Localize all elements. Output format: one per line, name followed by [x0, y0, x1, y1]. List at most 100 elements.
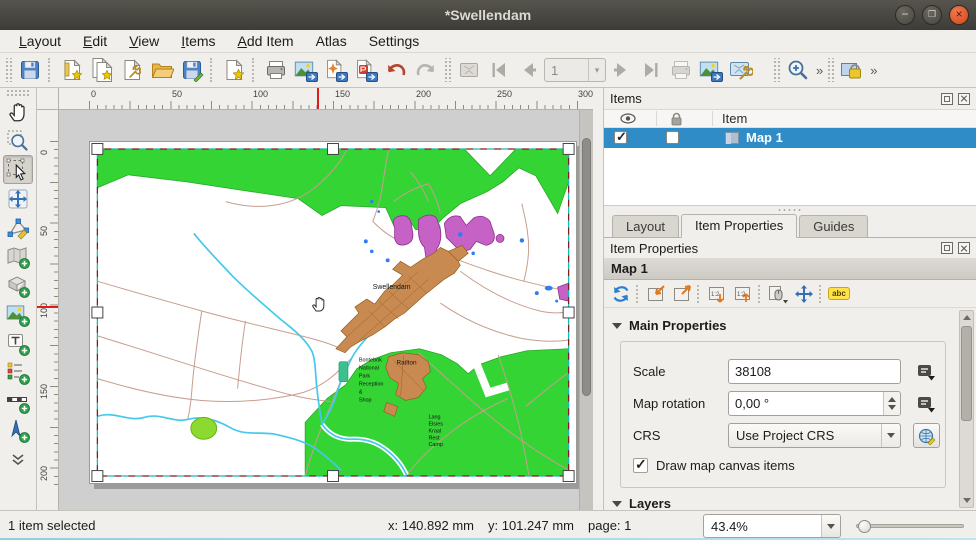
refresh-map-preview-button[interactable] — [608, 282, 634, 306]
visibility-checkbox[interactable] — [614, 131, 627, 144]
zoom-level-combo[interactable]: 43.4% — [703, 514, 841, 538]
menu-settings[interactable]: Settings — [358, 31, 431, 51]
chevron-down-icon[interactable] — [821, 515, 840, 537]
menu-layout[interactable]: Layout — [8, 31, 72, 51]
titlebar[interactable]: *Swellendam − ❒ × — [0, 0, 976, 30]
menu-items[interactable]: Items — [170, 31, 226, 51]
pan-tool-button[interactable] — [3, 97, 33, 126]
export-image-button[interactable] — [291, 55, 321, 85]
more-tools-chevron-icon[interactable] — [3, 445, 33, 474]
scrollbar-thumb[interactable] — [582, 138, 591, 396]
toolbar-grip[interactable] — [826, 58, 835, 82]
scale-data-defined-override-button[interactable] — [913, 360, 939, 384]
items-row-map1[interactable]: Map 1 — [604, 128, 976, 148]
rotation-data-defined-override-button[interactable] — [913, 392, 939, 416]
add-legend-button[interactable] — [3, 358, 33, 387]
view-scale-button[interactable]: 1:2 — [730, 282, 756, 306]
toolbar-grip[interactable] — [772, 58, 781, 82]
menu-atlas[interactable]: Atlas — [305, 31, 358, 51]
slider-handle[interactable] — [858, 520, 871, 533]
crs-combo[interactable]: Use Project CRS — [728, 423, 901, 448]
close-panel-icon[interactable] — [958, 93, 970, 105]
add-scalebar-button[interactable] — [3, 387, 33, 416]
close-button[interactable]: × — [949, 5, 969, 25]
undo-button[interactable] — [381, 55, 411, 85]
move-content-tool-button[interactable] — [3, 184, 33, 213]
add-north-arrow-button[interactable] — [3, 416, 33, 445]
item-properties-scroll-area[interactable]: Main Properties Scale 38108 Map rotation… — [604, 307, 976, 510]
map-rotation-spinbox[interactable]: 0,00 ° — [728, 391, 901, 416]
new-layout-button[interactable] — [57, 55, 87, 85]
add-picture-button[interactable] — [3, 300, 33, 329]
duplicate-layout-button[interactable] — [87, 55, 117, 85]
redo-button[interactable] — [411, 55, 441, 85]
set-map-extent-button[interactable] — [643, 282, 669, 306]
canvas-vertical-scrollbar[interactable] — [579, 110, 593, 510]
zoom-tool-button[interactable] — [3, 126, 33, 155]
panel-splitter[interactable] — [593, 88, 604, 510]
add-label-button[interactable] — [3, 329, 33, 358]
lock-checkbox[interactable] — [666, 131, 679, 144]
tab-layout[interactable]: Layout — [612, 215, 679, 237]
layout-page[interactable]: Swellendam Railton Bontebok National Par… — [89, 141, 577, 484]
close-panel-icon[interactable] — [958, 242, 970, 254]
layers-section-header[interactable]: Layers — [612, 496, 671, 511]
zoom-slider[interactable] — [856, 520, 964, 532]
save-layout-as-button[interactable] — [177, 55, 207, 85]
view-map-extent-button[interactable] — [669, 282, 695, 306]
layout-viewport[interactable]: Swellendam Railton Bontebok National Par… — [59, 110, 593, 510]
panel-resize-handle[interactable] — [604, 206, 976, 214]
float-panel-icon[interactable] — [941, 242, 953, 254]
export-svg-button[interactable] — [321, 55, 351, 85]
slider-groove[interactable] — [856, 524, 964, 528]
properties-scrollbar[interactable] — [959, 310, 974, 508]
layout-manager-button[interactable] — [117, 55, 147, 85]
add-map-button[interactable] — [3, 242, 33, 271]
draw-map-canvas-items-checkbox[interactable] — [633, 458, 648, 473]
move-item-content-button[interactable] — [791, 282, 817, 306]
scroll-down-icon[interactable] — [960, 494, 973, 507]
atlas-feature-combo[interactable]: 1 ▾ — [544, 58, 606, 82]
interactively-edit-extent-button[interactable] — [765, 282, 791, 306]
tab-item-properties[interactable]: Item Properties — [681, 214, 797, 238]
labeling-settings-button[interactable]: abc — [826, 282, 852, 306]
new-report-button[interactable] — [219, 55, 249, 85]
print-button[interactable] — [261, 55, 291, 85]
scroll-up-icon[interactable] — [960, 311, 973, 324]
zoom-in-button[interactable] — [783, 55, 813, 85]
chevron-down-icon[interactable]: ▾ — [588, 59, 605, 81]
toolbar-grip[interactable] — [6, 89, 30, 96]
collapse-triangle-icon[interactable] — [612, 323, 622, 329]
zoom-toolbar-overflow[interactable]: » — [813, 63, 824, 78]
collapse-triangle-icon[interactable] — [612, 501, 622, 507]
select-crs-button[interactable] — [913, 423, 940, 448]
main-properties-section-header[interactable]: Main Properties — [612, 318, 727, 333]
map-item[interactable]: Swellendam Railton Bontebok National Par… — [90, 142, 576, 483]
export-atlas-button[interactable] — [696, 55, 726, 85]
menu-view[interactable]: View — [118, 31, 170, 51]
chevron-down-icon[interactable] — [881, 424, 900, 447]
export-pdf-button[interactable] — [351, 55, 381, 85]
draw-map-canvas-items-row[interactable]: Draw map canvas items — [633, 458, 795, 473]
lock-toolbar-overflow[interactable]: » — [867, 63, 878, 78]
tab-guides[interactable]: Guides — [799, 215, 868, 237]
minimize-button[interactable]: − — [895, 5, 915, 25]
maximize-button[interactable]: ❒ — [922, 5, 942, 25]
scrollbar-thumb[interactable] — [961, 326, 972, 421]
toolbar-grip[interactable] — [4, 58, 13, 82]
add-3d-map-button[interactable] — [3, 271, 33, 300]
select-move-item-tool-button[interactable] — [3, 155, 33, 184]
atlas-settings-button[interactable] — [726, 55, 756, 85]
scale-input[interactable]: 38108 — [728, 359, 901, 384]
lock-items-button[interactable] — [837, 55, 867, 85]
menu-edit[interactable]: Edit — [72, 31, 118, 51]
edit-nodes-tool-button[interactable] — [3, 213, 33, 242]
spinner-buttons[interactable] — [883, 392, 900, 415]
menu-add-item[interactable]: Add Item — [227, 31, 305, 51]
set-scale-button[interactable]: 1:2 — [704, 282, 730, 306]
open-folder-button[interactable] — [147, 55, 177, 85]
layout-canvas[interactable]: 0 50 100 150 200 250 300 0 50 100 150 20… — [37, 88, 593, 510]
save-project-button[interactable] — [15, 55, 45, 85]
float-panel-icon[interactable] — [941, 93, 953, 105]
toolbar-grip[interactable] — [443, 58, 452, 82]
